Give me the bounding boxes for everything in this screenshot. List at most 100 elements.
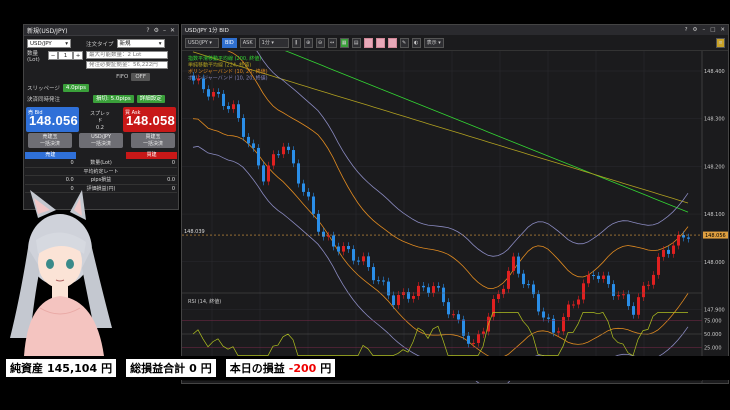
slippage-label: スリッページ	[27, 86, 60, 92]
candle	[627, 294, 630, 307]
candle	[367, 256, 370, 268]
candle	[617, 295, 620, 297]
rsi-tick-label: 25.000	[704, 346, 722, 352]
candle	[592, 274, 595, 276]
sell-close-all-button[interactable]: 売建玉 一括決済	[28, 133, 72, 148]
legend-entry: ボリンジャーバンド (10, 20, 終値)	[188, 75, 268, 82]
order-panel-titlebar[interactable]: 新規(USD/JPY) ? ⚙ – ✕	[24, 25, 178, 36]
candle	[577, 299, 580, 305]
close-icon[interactable]: ✕	[720, 27, 725, 33]
pair-select[interactable]: USD/JPY ▾	[27, 39, 71, 48]
chart-titlebar[interactable]: USD/JPY 1分 BID ? ⚙ – □ ✕	[182, 25, 728, 35]
candle	[612, 284, 615, 297]
candle	[237, 104, 240, 119]
maximize-icon[interactable]: □	[710, 27, 715, 33]
candle	[682, 235, 685, 238]
help-icon[interactable]: ?	[146, 27, 149, 34]
display-button[interactable]: 表示 ▾	[423, 37, 444, 48]
detail-settings-button[interactable]: 詳細設定	[136, 95, 165, 103]
candle	[622, 294, 625, 296]
y-tick-label: 148.400	[704, 69, 725, 75]
alert-line-icon[interactable]	[387, 37, 397, 48]
order-panel: 新規(USD/JPY) ? ⚙ – ✕ USD/JPY ▾ 注文タイプ 新規 ▾ 数量 (…	[23, 24, 179, 210]
candle	[502, 288, 505, 295]
timeframe-select[interactable]: 1分 ▾	[258, 37, 289, 48]
candle	[537, 294, 540, 312]
chart-pair-select[interactable]: USD/JPY ▾	[185, 37, 219, 48]
candle	[297, 163, 300, 184]
candle-type-icon[interactable]: ⫼	[291, 37, 301, 48]
chevron-down-icon: ▾	[209, 39, 212, 46]
fifo-label: FIFO	[116, 74, 129, 80]
qty-increase-button[interactable]: +	[73, 51, 83, 60]
candle	[252, 143, 255, 148]
ask-button[interactable]: ASK	[239, 37, 256, 48]
candle	[602, 275, 605, 279]
candle	[462, 319, 465, 336]
slippage-button[interactable]: 4.0pips	[62, 84, 90, 92]
candle	[532, 284, 535, 295]
candle	[662, 249, 665, 257]
candle	[377, 280, 380, 282]
grid-icon[interactable]: ▦	[339, 37, 349, 48]
help-icon[interactable]: ?	[685, 27, 688, 33]
y-tick-label: 148.100	[704, 212, 725, 218]
current-price-tag: 148.056	[705, 233, 726, 239]
candle	[607, 275, 610, 285]
qty-decrease-button[interactable]: −	[48, 51, 58, 60]
stoploss-button[interactable]: 損切: 5.0pips	[93, 95, 134, 103]
candle	[642, 285, 645, 298]
zoom-out-icon[interactable]: ⊖	[315, 37, 325, 48]
candle	[217, 92, 220, 94]
candle	[657, 256, 660, 275]
order-panel-title: 新規(USD/JPY)	[27, 27, 68, 35]
candle	[557, 331, 560, 333]
max-order-field: 最大可能数量：2 Lot	[86, 51, 168, 59]
today-pl-stat: 本日の損益 -200 円	[225, 359, 336, 377]
palette-icon[interactable]: ◐	[411, 37, 421, 48]
minimize-icon[interactable]: –	[702, 27, 705, 33]
gear-icon[interactable]: ⚙	[154, 27, 159, 34]
close-icon[interactable]: ✕	[170, 27, 175, 34]
candle	[517, 256, 520, 274]
candle	[397, 294, 400, 306]
gear-icon[interactable]: ⚙	[693, 27, 698, 33]
chevron-down-icon: ▾	[158, 40, 162, 47]
rsi-tick-label: 75.000	[704, 319, 722, 325]
candle	[632, 306, 635, 315]
candle	[232, 104, 235, 110]
auto-scale-icon[interactable]: ▤	[351, 37, 361, 48]
draw-tool-icon[interactable]: ✎	[399, 37, 409, 48]
minimize-icon[interactable]: –	[163, 27, 166, 34]
order-type-select[interactable]: 新規 ▾	[116, 39, 165, 48]
candle	[372, 267, 375, 281]
menu-icon[interactable]: ≡	[716, 37, 725, 48]
spread-label: スプレッド	[90, 111, 111, 124]
position-line-icon[interactable]	[375, 37, 385, 48]
candle	[247, 136, 250, 144]
candle	[342, 246, 345, 252]
candle	[437, 286, 440, 288]
order-line-icon[interactable]	[363, 37, 373, 48]
candle	[597, 275, 600, 279]
sell-bid-button[interactable]: 売 Bid 148.056	[26, 107, 79, 132]
candle	[307, 191, 310, 197]
zoom-in-icon[interactable]: ⊕	[303, 37, 313, 48]
buy-close-all-button[interactable]: 買建玉 一括決済	[131, 133, 175, 148]
scroll-icon[interactable]: ↔	[327, 37, 337, 48]
y-tick-label: 148.300	[704, 117, 725, 123]
candle	[677, 235, 680, 246]
buy-ask-button[interactable]: 買 Ask 148.058	[123, 107, 176, 132]
pair-close-all-button[interactable]: USD/JPY 一括決済	[79, 133, 123, 148]
candle	[417, 285, 420, 296]
fifo-toggle[interactable]: OFF	[131, 73, 150, 81]
candle	[432, 286, 435, 294]
qty-input[interactable]: 1	[58, 51, 73, 60]
candle	[472, 342, 475, 344]
bid-button[interactable]: BID	[222, 37, 237, 48]
candle	[347, 246, 350, 250]
candle	[672, 245, 675, 254]
candle	[562, 317, 565, 332]
price-chart[interactable]: 指数平滑移動平均線 (200, 終値)単純移動平均線 (224, 終値)ボリンジ…	[182, 51, 728, 383]
candle	[582, 283, 585, 300]
